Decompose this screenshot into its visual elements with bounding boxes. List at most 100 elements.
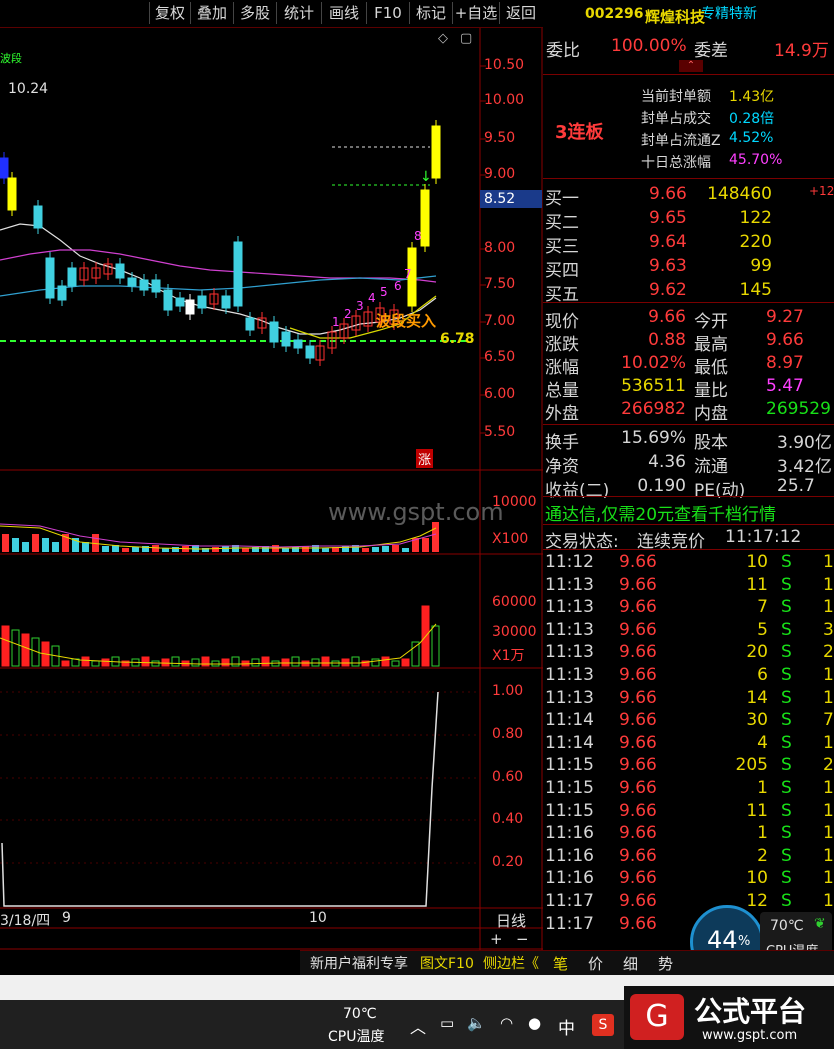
cpu-temp-value: 70℃	[770, 918, 804, 934]
tab-jia[interactable]: 价	[588, 953, 603, 974]
fund-flow-bar	[201, 656, 210, 667]
fund-flow-bar	[291, 656, 300, 667]
tick-side: S	[781, 778, 792, 798]
toolbar-stats-button[interactable]: 统计	[276, 2, 321, 24]
tick-row[interactable]: 11:14 9.66 30 S 7	[543, 710, 834, 732]
tick-time: 11:17	[545, 913, 594, 934]
volume-bar	[122, 548, 129, 552]
tick-side: S	[781, 823, 792, 844]
down-arrow-icon: ↓	[420, 169, 432, 185]
toolbar-overlay-button[interactable]: 叠加	[190, 2, 233, 24]
toolbar: 复权 叠加 多股 统计 画线 F10 标记 +自选 返回	[0, 0, 543, 28]
toolbar-addfav-button[interactable]: +自选	[452, 2, 499, 24]
tick-side: S	[781, 800, 792, 821]
ad-text[interactable]: 通达信,仅需20元查看千档行情	[545, 500, 776, 525]
sequence-number: 6	[394, 279, 402, 293]
bid-label: 买三	[545, 237, 579, 257]
tick-row[interactable]: 11:16 9.66 10 S 1	[543, 868, 834, 890]
tick-row[interactable]: 11:17 9.66 12 S 1	[543, 891, 834, 913]
zoom-out-button[interactable]: −	[516, 930, 529, 948]
bid-price: 9.65	[649, 208, 687, 228]
sequence-number: 4	[368, 291, 376, 305]
bid-row[interactable]: 买五 9.62 145	[543, 280, 834, 305]
tick-side: S	[781, 665, 792, 685]
tick-side: S	[781, 732, 792, 753]
volume-bar	[12, 538, 19, 552]
qq-icon[interactable]: ●	[528, 1014, 541, 1032]
volume-icon[interactable]: 🔈	[467, 1014, 486, 1032]
tab-bi[interactable]: 笔	[553, 953, 568, 974]
toolbar-f10-button[interactable]: F10	[366, 2, 409, 24]
tick-volume: 30	[746, 710, 768, 731]
tick-row[interactable]: 11:13 9.66 11 S 1	[543, 575, 834, 597]
tick-row[interactable]: 11:16 9.66 1 S 1	[543, 823, 834, 845]
tick-row[interactable]: 11:14 9.66 4 S 1	[543, 733, 834, 755]
axis-tick-label: 0.60	[492, 769, 524, 785]
volume-bar	[172, 547, 179, 552]
bid-row[interactable]: 买一 9.66 148460 +12	[543, 184, 834, 209]
tab-xi[interactable]: 细	[623, 953, 638, 974]
tick-row[interactable]: 11:13 9.66 20 S 2	[543, 642, 834, 664]
quote-label: 总量	[545, 381, 579, 401]
tick-row[interactable]: 11:12 9.66 10 S 1	[543, 552, 834, 574]
indicator-gridlines	[0, 691, 480, 864]
tick-count: 1	[823, 732, 834, 753]
toolbar-mark-button[interactable]: 标记	[409, 2, 452, 24]
ime-indicator[interactable]: 中	[558, 1014, 575, 1039]
tick-price: 9.66	[619, 868, 657, 889]
tick-row[interactable]: 11:13 9.66 14 S 1	[543, 688, 834, 710]
volume-bar	[222, 546, 229, 552]
tick-row[interactable]: 11:16 9.66 2 S 1	[543, 846, 834, 868]
kline-chart-area[interactable]: ↓ 1 2 3 4 5 6 7 8 10.50 10.00 9.50 9.00 8.52 8.00 7.50…	[0, 28, 543, 950]
volume-bar	[392, 545, 399, 552]
tick-volume: 20	[746, 642, 768, 663]
tab-shi[interactable]: 势	[658, 953, 673, 974]
tick-count: 1	[823, 868, 834, 889]
tick-volume: 5	[757, 619, 768, 640]
month-9-label: 9	[62, 910, 71, 926]
trade-status-time: 11:17:12	[725, 527, 802, 547]
tab-f10[interactable]: 图文F10	[420, 953, 474, 973]
seal-label: 封单占流通Z	[641, 133, 721, 149]
tick-time: 11:16	[545, 845, 594, 866]
tick-time: 11:16	[545, 823, 594, 844]
tick-row[interactable]: 11:13 9.66 5 S 3	[543, 620, 834, 642]
tick-row[interactable]: 11:15 9.66 1 S 1	[543, 778, 834, 800]
collapse-chevron-icon[interactable]: ⌃	[679, 60, 703, 72]
period-label[interactable]: 日线	[496, 910, 526, 931]
tick-side: S	[781, 642, 792, 663]
seal-value: 45.70%	[729, 152, 783, 168]
sogou-icon[interactable]: S	[592, 1014, 614, 1036]
zoom-in-button[interactable]: +	[490, 930, 503, 948]
tick-side: S	[781, 891, 792, 911]
bid-row[interactable]: 买三 9.64 220	[543, 232, 834, 257]
bid-row[interactable]: 买四 9.63 99	[543, 256, 834, 281]
quote-value: 9.27	[766, 307, 804, 327]
kline-chart-svg[interactable]: ↓ 1234 5 67 8	[0, 28, 543, 950]
toolbar-fuquan-button[interactable]: 复权	[149, 2, 190, 24]
window-toggle-icon[interactable]: ▢	[460, 31, 472, 46]
diamond-icon[interactable]: ◇	[438, 31, 448, 46]
toolbar-back-button[interactable]: 返回	[499, 2, 542, 24]
fund-label: PE(动)	[694, 481, 746, 501]
ad-banner[interactable]: 通达信,仅需20元查看千档行情	[543, 500, 834, 525]
tick-count: 3	[823, 619, 834, 640]
chevron-up-icon[interactable]: ︿	[410, 1014, 426, 1038]
tick-volume: 6	[757, 665, 768, 685]
tab-sidebar[interactable]: 侧边栏《	[483, 953, 539, 973]
fund-value: 3.42亿	[777, 457, 832, 477]
tick-row[interactable]: 11:15 9.66 11 S 1	[543, 801, 834, 823]
sequence-number: 2	[344, 307, 352, 321]
tick-row[interactable]: 11:13 9.66 7 S 1	[543, 597, 834, 619]
tick-row[interactable]: 11:13 9.66 6 S 1	[543, 665, 834, 687]
battery-icon[interactable]: ▭	[440, 1014, 454, 1032]
tick-row[interactable]: 11:15 9.66 205 S 2	[543, 755, 834, 777]
tab-new-user[interactable]: 新用户福利专享	[310, 953, 408, 973]
axis-tick-label: X1万	[492, 648, 525, 664]
toolbar-multistock-button[interactable]: 多股	[233, 2, 276, 24]
weicha-label: 委差	[694, 41, 728, 61]
toolbar-drawline-button[interactable]: 画线	[321, 2, 366, 24]
wifi-icon[interactable]: ◠	[500, 1014, 513, 1032]
axis-tick-label: 0.80	[492, 726, 524, 742]
bid-row[interactable]: 买二 9.65 122	[543, 208, 834, 233]
